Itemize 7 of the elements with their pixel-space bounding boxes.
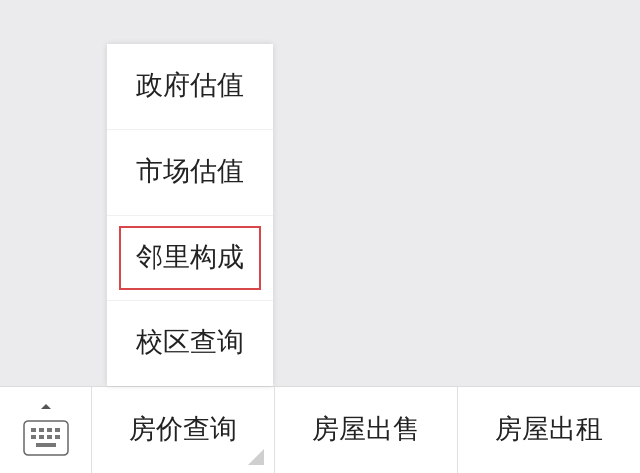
menu-tab[interactable]: 房价查询	[92, 387, 275, 473]
menu-item[interactable]: 市场估值	[119, 140, 261, 204]
menu-item[interactable]: 邻里构成	[119, 226, 261, 290]
menu-item[interactable]: 校区查询	[119, 312, 261, 376]
menu-tab[interactable]: 房屋出租	[458, 387, 640, 473]
menu-tab[interactable]: 房屋出售	[275, 387, 458, 473]
menu-item[interactable]: 政府估值	[119, 54, 261, 118]
